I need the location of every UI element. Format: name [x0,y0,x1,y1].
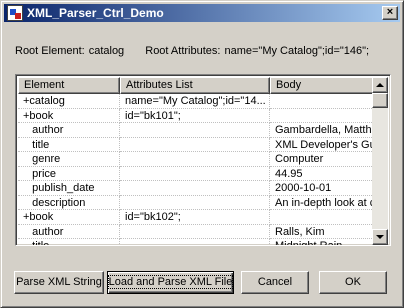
cell-attributes [120,137,270,152]
down-arrow-icon [376,235,384,239]
scroll-up-button[interactable] [372,77,388,93]
title-bar[interactable]: XML_Parser_Ctrl_Demo × [4,4,400,22]
cell-element: author [18,224,120,239]
app-icon[interactable] [7,5,23,21]
cell-element: +book [18,210,120,225]
cell-attributes [120,224,270,239]
cell-body [270,94,374,109]
ok-label: OK [345,276,361,288]
cell-attributes [120,166,270,181]
parse-xml-string-button[interactable]: Parse XML String [14,271,104,294]
cell-element: +catalog [18,94,120,109]
cell-body: Midnight Rain [270,239,374,245]
table-row[interactable]: +book id="bk101"; [18,108,374,123]
root-element-value: catalog [88,45,125,57]
cancel-button[interactable]: Cancel [241,271,309,294]
cell-element: publish_date [18,181,120,196]
table-row[interactable]: author Ralls, Kim [18,224,374,239]
cell-element: author [18,123,120,138]
load-and-parse-xml-file-button[interactable]: Load and Parse XML File [107,271,234,294]
close-icon: × [386,6,394,18]
column-header-body[interactable]: Body [270,77,374,94]
table-row[interactable]: title Midnight Rain [18,239,374,245]
cell-body: Ralls, Kim [270,224,374,239]
cell-attributes: name="My Catalog";id="14... [120,94,270,109]
table-row[interactable]: title XML Developer's Gu... [18,137,374,152]
table-row[interactable]: genre Computer [18,152,374,167]
table-row[interactable]: +catalog name="My Catalog";id="14... [18,94,374,109]
cell-body: XML Developer's Gu... [270,137,374,152]
root-attributes-label: Root Attributes: [145,45,221,57]
root-element-label: Root Element: [15,45,85,57]
close-button[interactable]: × [382,6,398,20]
up-arrow-icon [376,83,384,87]
cell-element: +book [18,108,120,123]
load-and-parse-xml-file-label: Load and Parse XML File [107,275,234,289]
cell-element: description [18,195,120,210]
list-header: Element Attributes List Body [18,77,374,94]
cell-body: 44.95 [270,166,374,181]
parse-xml-string-label: Parse XML String [16,276,102,288]
table-row[interactable]: publish_date 2000-10-01 [18,181,374,196]
cell-element: price [18,166,120,181]
cell-attributes [120,123,270,138]
root-info: Root Element: catalog Root Attributes: nam… [15,45,383,57]
cell-body: Computer [270,152,374,167]
vertical-scrollbar[interactable] [372,77,388,245]
column-header-element[interactable]: Element [18,77,120,94]
table-row[interactable]: price 44.95 [18,166,374,181]
cell-attributes [120,239,270,245]
table-row[interactable]: description An in-depth look at c... [18,195,374,210]
scroll-down-button[interactable] [372,229,388,245]
dialog-window: XML_Parser_Ctrl_Demo × Root Element: cata… [0,0,404,308]
table-row[interactable]: author Gambardella, Matthew [18,123,374,138]
cell-body: Gambardella, Matthew [270,123,374,138]
column-header-attributes[interactable]: Attributes List [120,77,270,94]
xml-list-view[interactable]: Element Attributes List Body +catalog nam… [15,74,391,246]
cancel-label: Cancel [257,276,293,288]
cell-attributes [120,152,270,167]
table-row[interactable]: +book id="bk102"; [18,210,374,225]
cell-body [270,108,374,123]
cell-attributes: id="bk101"; [120,108,270,123]
cell-body: 2000-10-01 [270,181,374,196]
cell-body [270,210,374,225]
window-title: XML_Parser_Ctrl_Demo [27,6,164,20]
cell-element: title [18,137,120,152]
cell-attributes: id="bk102"; [120,210,270,225]
cell-attributes [120,195,270,210]
cell-element: title [18,239,120,245]
root-attributes-value: name="My Catalog";id="146"; [224,45,370,57]
cell-element: genre [18,152,120,167]
scroll-thumb[interactable] [372,93,388,108]
ok-button[interactable]: OK [319,271,387,294]
list-body: +catalog name="My Catalog";id="14... +book… [18,94,374,245]
cell-attributes [120,181,270,196]
cell-body: An in-depth look at c... [270,195,374,210]
